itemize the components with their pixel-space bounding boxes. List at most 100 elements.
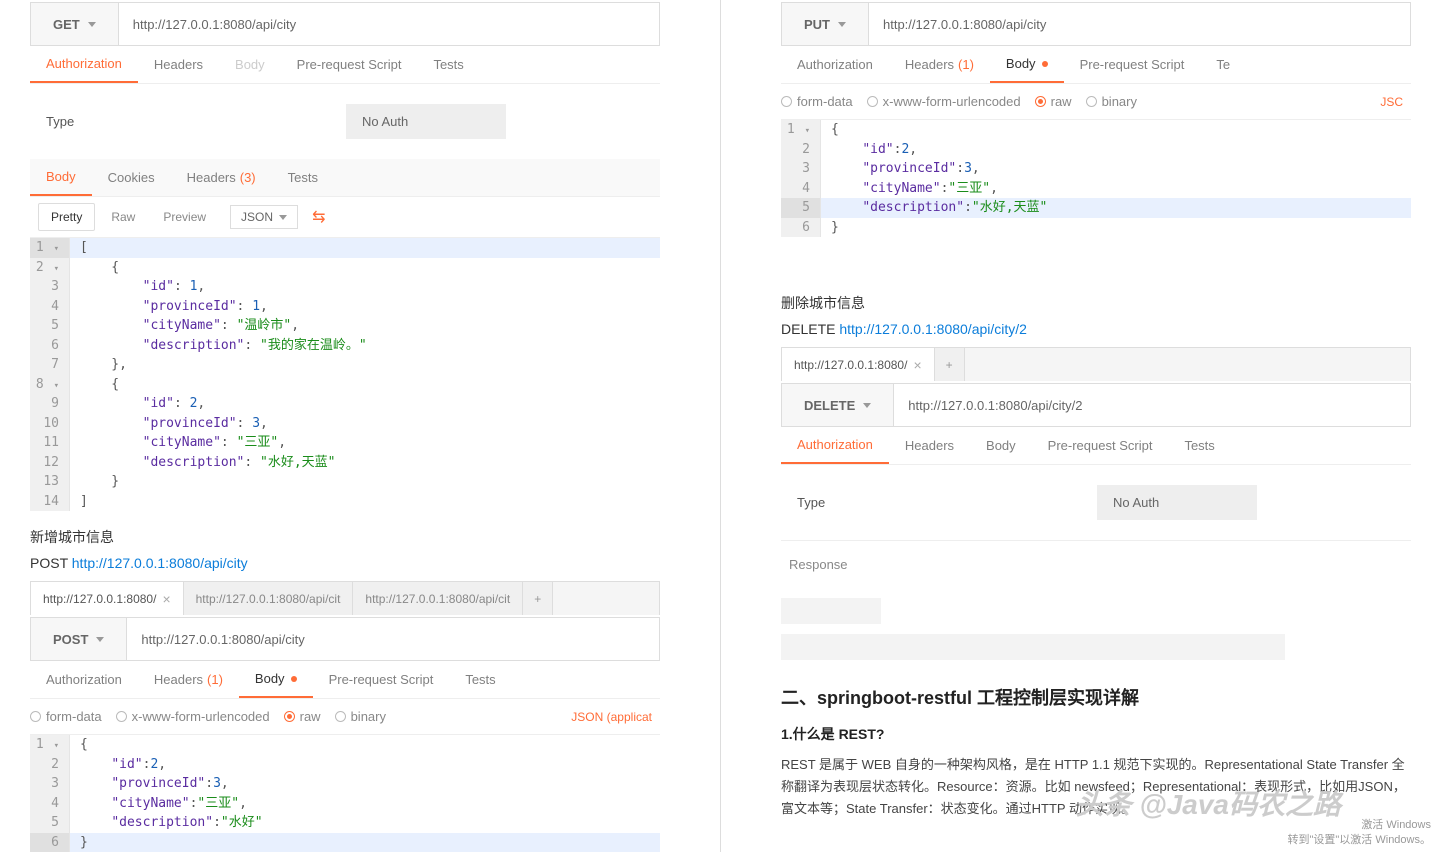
right-column: PUT http://127.0.0.1:8080/api/city Autho… bbox=[781, 0, 1411, 852]
get-response-body: 1 ▾[ 2 ▾ { 3 "id": 1, 4 "provinceId": 1,… bbox=[30, 238, 660, 511]
post-link-line: POST http://127.0.0.1:8080/api/city bbox=[30, 555, 660, 571]
format-dropdown[interactable]: JSON bbox=[230, 205, 298, 229]
response-placeholder bbox=[781, 598, 881, 624]
resp-tab-cookies[interactable]: Cookies bbox=[92, 159, 171, 196]
close-icon[interactable]: × bbox=[913, 357, 921, 373]
auth-type-select[interactable]: No Auth bbox=[1097, 485, 1257, 520]
put-method-dropdown[interactable]: PUT bbox=[782, 3, 869, 45]
radio-formdata[interactable]: form-data bbox=[30, 709, 102, 724]
delete-link[interactable]: http://127.0.0.1:8080/api/city/2 bbox=[839, 321, 1027, 337]
add-tab-button[interactable]: + bbox=[523, 582, 553, 615]
tab-body[interactable]: Body bbox=[990, 46, 1064, 83]
resp-tab-body[interactable]: Body bbox=[30, 159, 92, 196]
tab-headers[interactable]: Headers (1) bbox=[138, 661, 239, 698]
radio-raw[interactable]: raw bbox=[284, 709, 321, 724]
tab-prereq[interactable]: Pre-request Script bbox=[1032, 427, 1169, 464]
get-url-input[interactable]: http://127.0.0.1:8080/api/city bbox=[119, 3, 659, 45]
delete-auth-row: Type No Auth bbox=[781, 465, 1411, 540]
get-method-dropdown[interactable]: GET bbox=[31, 3, 119, 45]
dot-icon bbox=[291, 676, 297, 682]
close-icon[interactable]: × bbox=[162, 591, 170, 607]
view-preview[interactable]: Preview bbox=[151, 204, 218, 230]
post-url-input[interactable]: http://127.0.0.1:8080/api/city bbox=[127, 618, 659, 660]
left-column: GET http://127.0.0.1:8080/api/city Autho… bbox=[30, 0, 660, 852]
windows-activation-notice: 激活 Windows 转到"设置"以激活 Windows。 bbox=[1288, 818, 1432, 847]
post-method-dropdown[interactable]: POST bbox=[31, 618, 127, 660]
tab-authorization[interactable]: Authorization bbox=[781, 427, 889, 464]
chevron-down-icon bbox=[863, 403, 871, 408]
auth-type-label: Type bbox=[46, 114, 346, 129]
tab-headers[interactable]: Headers bbox=[138, 46, 219, 83]
auth-type-label: Type bbox=[797, 495, 1097, 510]
tab-tests[interactable]: Te bbox=[1200, 46, 1246, 83]
radio-raw[interactable]: raw bbox=[1035, 94, 1072, 109]
view-raw[interactable]: Raw bbox=[99, 204, 147, 230]
wrap-icon[interactable]: ⇆ bbox=[312, 207, 325, 227]
view-pretty[interactable]: Pretty bbox=[38, 203, 95, 231]
column-divider bbox=[720, 0, 721, 852]
tab-authorization[interactable]: Authorization bbox=[30, 46, 138, 83]
content-type-link[interactable]: JSC bbox=[1380, 95, 1403, 109]
chevron-down-icon bbox=[838, 22, 846, 27]
tab-tests[interactable]: Tests bbox=[449, 661, 511, 698]
method-label: GET bbox=[53, 17, 80, 32]
article-paragraph: REST 是属于 WEB 自身的一种架构风格，是在 HTTP 1.1 规范下实现… bbox=[781, 754, 1411, 820]
article-heading: 二、springboot-restful 工程控制层实现详解 bbox=[781, 684, 1411, 710]
tab-tests[interactable]: Tests bbox=[1168, 427, 1230, 464]
delete-link-line: DELETE http://127.0.0.1:8080/api/city/2 bbox=[781, 321, 1411, 337]
get-request-tabs: Authorization Headers Body Pre-request S… bbox=[30, 46, 660, 84]
post-heading: 新增城市信息 bbox=[30, 527, 660, 547]
chevron-down-icon bbox=[96, 637, 104, 642]
tab-body[interactable]: Body bbox=[239, 661, 313, 698]
put-req-tabs: Authorization Headers (1) Body Pre-reque… bbox=[781, 46, 1411, 84]
response-placeholder bbox=[781, 634, 1285, 660]
chevron-down-icon bbox=[88, 22, 96, 27]
req-tab[interactable]: http://127.0.0.1:8080/× bbox=[782, 348, 935, 381]
delete-method-dropdown[interactable]: DELETE bbox=[782, 384, 894, 426]
post-link[interactable]: http://127.0.0.1:8080/api/city bbox=[72, 555, 248, 571]
auth-type-select[interactable]: No Auth bbox=[346, 104, 506, 139]
tab-prereq[interactable]: Pre-request Script bbox=[281, 46, 418, 83]
put-url-input[interactable]: http://127.0.0.1:8080/api/city bbox=[869, 3, 1410, 45]
radio-urlenc[interactable]: x-www-form-urlencoded bbox=[867, 94, 1021, 109]
delete-request-tabs: http://127.0.0.1:8080/× + bbox=[781, 347, 1411, 381]
get-method-bar: GET http://127.0.0.1:8080/api/city bbox=[30, 2, 660, 46]
tab-body[interactable]: Body bbox=[219, 46, 281, 83]
req-tab[interactable]: http://127.0.0.1:8080/× bbox=[31, 582, 184, 615]
tab-headers[interactable]: Headers (1) bbox=[889, 46, 990, 83]
chevron-down-icon bbox=[279, 215, 287, 220]
put-method-bar: PUT http://127.0.0.1:8080/api/city bbox=[781, 2, 1411, 46]
delete-heading: 删除城市信息 bbox=[781, 293, 1411, 313]
post-method-bar: POST http://127.0.0.1:8080/api/city bbox=[30, 617, 660, 661]
add-tab-button[interactable]: + bbox=[935, 348, 965, 381]
auth-row: Type No Auth bbox=[30, 84, 660, 159]
radio-binary[interactable]: binary bbox=[335, 709, 386, 724]
radio-binary[interactable]: binary bbox=[1086, 94, 1137, 109]
tab-body[interactable]: Body bbox=[970, 427, 1032, 464]
post-body-editor[interactable]: 1 ▾{ 2 "id":2, 3 "provinceId":3, 4 "city… bbox=[30, 735, 660, 852]
tab-tests[interactable]: Tests bbox=[417, 46, 479, 83]
dot-icon bbox=[1042, 61, 1048, 67]
tab-prereq[interactable]: Pre-request Script bbox=[1064, 46, 1201, 83]
resp-tab-headers[interactable]: Headers (3) bbox=[171, 159, 272, 196]
resp-tab-tests[interactable]: Tests bbox=[272, 159, 334, 196]
content-type-link[interactable]: JSON (applicat bbox=[571, 710, 652, 724]
req-tab[interactable]: http://127.0.0.1:8080/api/cit bbox=[353, 582, 523, 615]
get-response-tabs: Body Cookies Headers (3) Tests bbox=[30, 159, 660, 197]
radio-formdata[interactable]: form-data bbox=[781, 94, 853, 109]
radio-urlenc[interactable]: x-www-form-urlencoded bbox=[116, 709, 270, 724]
body-type-radios: form-data x-www-form-urlencoded raw bina… bbox=[30, 699, 660, 735]
put-body-editor[interactable]: 1 ▾{ 2 "id":2, 3 "provinceId":3, 4 "city… bbox=[781, 120, 1411, 237]
view-bar: Pretty Raw Preview JSON ⇆ bbox=[30, 197, 660, 238]
response-label: Response bbox=[781, 541, 1411, 588]
delete-method-bar: DELETE http://127.0.0.1:8080/api/city/2 bbox=[781, 383, 1411, 427]
tab-authorization[interactable]: Authorization bbox=[781, 46, 889, 83]
tab-headers[interactable]: Headers bbox=[889, 427, 970, 464]
delete-url-input[interactable]: http://127.0.0.1:8080/api/city/2 bbox=[894, 384, 1410, 426]
tab-prereq[interactable]: Pre-request Script bbox=[313, 661, 450, 698]
tab-authorization[interactable]: Authorization bbox=[30, 661, 138, 698]
req-tab[interactable]: http://127.0.0.1:8080/api/cit bbox=[184, 582, 354, 615]
post-req-tabs: Authorization Headers (1) Body Pre-reque… bbox=[30, 661, 660, 699]
delete-req-tabs: Authorization Headers Body Pre-request S… bbox=[781, 427, 1411, 465]
put-body-type-radios: form-data x-www-form-urlencoded raw bina… bbox=[781, 84, 1411, 120]
